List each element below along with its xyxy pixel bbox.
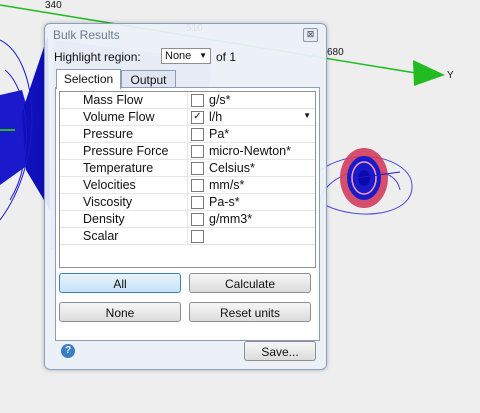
quantity-unit[interactable]: mm/s*	[209, 178, 244, 192]
quantity-name: Velocities	[83, 178, 136, 192]
quantity-unit[interactable]: Celsius*	[209, 161, 255, 175]
quantity-name: Pressure	[83, 127, 134, 141]
list-item[interactable]: Pressure Pa*	[60, 126, 315, 143]
quantity-checkbox[interactable]	[191, 128, 204, 141]
axis-tick-680: 680	[327, 47, 344, 58]
dialog-title: Bulk Results	[53, 28, 120, 42]
quantity-unit[interactable]: g/s*	[209, 93, 231, 107]
quantity-name: Volume Flow	[83, 110, 155, 124]
dialog-titlebar[interactable]: Bulk Results ⊠	[45, 24, 326, 46]
quantity-unit[interactable]: l/h	[209, 110, 222, 124]
quantity-unit[interactable]: Pa-s*	[209, 195, 240, 209]
quantity-checkbox[interactable]	[191, 196, 204, 209]
quantity-checkbox[interactable]: ✓	[191, 111, 204, 124]
quantity-unit[interactable]: micro-Newton*	[209, 144, 291, 158]
list-item[interactable]: Volume Flow ✓ l/h ▼	[60, 109, 315, 126]
quantity-name: Scalar	[83, 229, 119, 243]
bulk-results-dialog: Bulk Results ⊠ Highlight region: None ▼ …	[44, 23, 327, 370]
quantity-unit[interactable]: g/mm3*	[209, 212, 252, 226]
chevron-down-icon: ▼	[199, 51, 207, 60]
results-list[interactable]: Mass Flow g/s* Volume Flow ✓ l/h ▼ Press…	[59, 91, 316, 268]
axis-name-y: Y	[447, 70, 454, 81]
reset-units-button[interactable]: Reset units	[189, 302, 311, 322]
quantity-checkbox[interactable]	[191, 162, 204, 175]
quantity-name: Mass Flow	[83, 93, 143, 107]
quantity-name: Pressure Force	[83, 144, 169, 158]
highlight-region-select[interactable]: None ▼	[161, 48, 211, 64]
help-icon[interactable]: ?	[61, 344, 75, 358]
quantity-checkbox[interactable]	[191, 145, 204, 158]
list-item[interactable]: Temperature Celsius*	[60, 160, 315, 177]
quantity-checkbox[interactable]	[191, 213, 204, 226]
selection-panel: Mass Flow g/s* Volume Flow ✓ l/h ▼ Press…	[55, 87, 320, 341]
quantity-checkbox[interactable]	[191, 94, 204, 107]
list-item[interactable]: Density g/mm3*	[60, 211, 315, 228]
region-count-label: of 1	[216, 50, 237, 64]
list-item[interactable]: Viscosity Pa-s*	[60, 194, 315, 211]
region-select-value: None	[165, 50, 192, 62]
quantity-checkbox[interactable]	[191, 179, 204, 192]
calculate-button[interactable]: Calculate	[189, 273, 311, 293]
highlight-region-label: Highlight region:	[54, 50, 141, 64]
list-item[interactable]: Velocities mm/s*	[60, 177, 315, 194]
none-button[interactable]: None	[59, 302, 181, 322]
quantity-name: Temperature	[83, 161, 154, 175]
tab-selection[interactable]: Selection	[56, 69, 121, 89]
list-item[interactable]: Scalar	[60, 228, 315, 245]
all-button[interactable]: All	[59, 273, 181, 293]
list-item[interactable]: Pressure Force micro-Newton*	[60, 143, 315, 160]
chevron-down-icon[interactable]: ▼	[303, 111, 311, 120]
axis-tick-340: 340	[45, 0, 62, 11]
quantity-name: Viscosity	[83, 195, 133, 209]
quantity-name: Density	[83, 212, 125, 226]
save-button[interactable]: Save...	[244, 341, 316, 361]
quantity-checkbox[interactable]	[191, 230, 204, 243]
quantity-unit[interactable]: Pa*	[209, 127, 229, 141]
close-icon[interactable]: ⊠	[303, 28, 318, 42]
list-item[interactable]: Mass Flow g/s*	[60, 92, 315, 109]
